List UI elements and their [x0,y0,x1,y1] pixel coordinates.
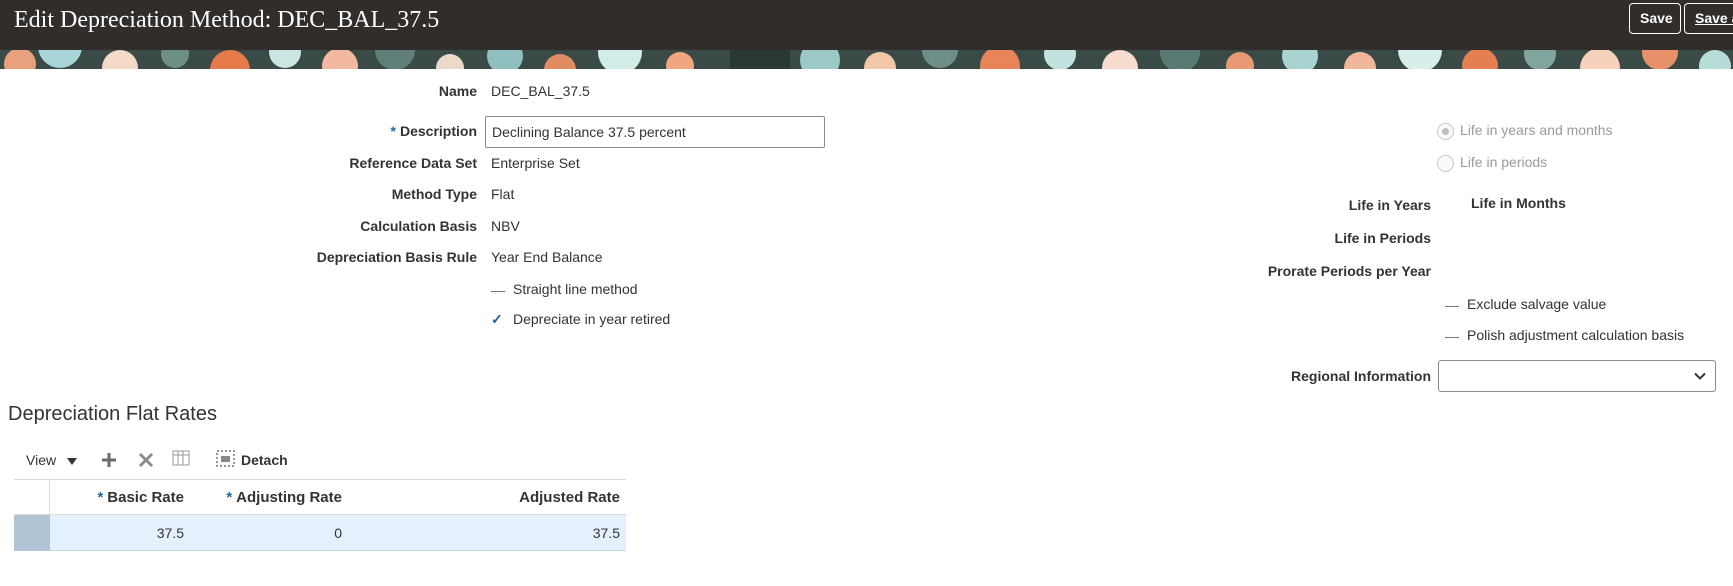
unchecked-indicator [1445,336,1459,338]
view-menu[interactable]: View [26,452,78,468]
column-header-adjusting-rate-label: Adjusting Rate [236,489,342,506]
polish-adjustment-label: Polish adjustment calculation basis [1467,327,1685,343]
method-type-value: Flat [491,186,515,202]
polish-adjustment-checkbox[interactable]: Polish adjustment calculation basis [1445,327,1684,343]
delete-icon[interactable] [137,451,155,469]
radio-life-years-months[interactable]: Life in years and months [1437,122,1613,140]
exclude-salvage-label: Exclude salvage value [1467,296,1607,312]
calculation-basis-label: Calculation Basis [360,218,477,234]
exclude-salvage-checkbox[interactable]: Exclude salvage value [1445,296,1606,312]
page-title: Edit Depreciation Method: DEC_BAL_37.5 [14,7,440,33]
radio-life-periods[interactable]: Life in periods [1437,154,1547,172]
life-in-years-label: Life in Years [1348,197,1431,213]
page-header: Edit Depreciation Method: DEC_BAL_37.5 S… [0,0,1733,50]
adjusted-rate-cell: 37.5 [592,525,620,541]
column-header-adjusted-rate[interactable]: Adjusted Rate [519,489,620,506]
save-button[interactable]: Save [1629,3,1681,34]
row-selector[interactable] [14,515,50,551]
detach-button[interactable]: Detach [241,452,288,468]
depreciation-basis-rule-label: Depreciation Basis Rule [316,249,477,265]
adjusting-rate-cell: 0 [334,525,342,541]
calculation-basis-value: NBV [491,218,520,234]
add-icon[interactable] [100,451,118,469]
required-indicator: * [226,489,233,506]
caret-down-icon [66,458,77,466]
column-header-adjusting-rate[interactable]: * Adjusting Rate [226,489,342,506]
radio-life-periods-label: Life in periods [1460,154,1548,170]
required-indicator: * [390,123,396,139]
detach-icon[interactable] [216,450,236,468]
column-header-basic-rate[interactable]: * Basic Rate [97,489,184,506]
table-row[interactable]: 37.5 0 37.5 [14,515,626,551]
table-header: * Basic Rate * Adjusting Rate Adjusted Rat… [14,479,626,515]
view-menu-label: View [26,452,57,468]
radio-unselected-icon [1437,154,1454,172]
straight-line-label: Straight line method [513,281,638,297]
save-and-close-button[interactable]: Save and Close [1684,3,1733,34]
reference-data-set-value: Enterprise Set [491,155,580,171]
decorative-banner [0,50,1733,69]
chevron-down-icon [1694,372,1706,380]
section-title: Depreciation Flat Rates [8,403,217,425]
basic-rate-cell: 37.5 [156,525,184,541]
depreciate-in-year-retired-checkbox[interactable]: ✓ Depreciate in year retired [491,311,670,328]
depreciate-in-year-retired-label: Depreciate in year retired [513,311,671,327]
unchecked-indicator [1445,305,1459,307]
radio-life-years-months-label: Life in years and months [1460,122,1613,138]
depreciation-basis-rule-value: Year End Balance [491,249,603,265]
radio-selected-icon [1437,122,1454,140]
required-indicator: * [97,489,104,506]
freeze-columns-icon[interactable] [172,450,192,468]
column-header-basic-rate-label: Basic Rate [107,489,184,506]
life-in-months-label: Life in Months [1471,195,1566,211]
description-label-wrapper: * Description [391,123,477,139]
regional-info-label: Regional Information [1291,368,1431,384]
unchecked-indicator [491,290,505,292]
method-type-label: Method Type [391,186,477,202]
regional-info-select[interactable] [1438,360,1716,392]
name-label: Name [438,83,477,99]
check-icon: ✓ [491,311,503,327]
life-in-periods-label: Life in Periods [1334,230,1431,246]
straight-line-checkbox[interactable]: Straight line method [491,281,638,297]
reference-data-set-label: Reference Data Set [349,155,477,171]
row-selector-header [14,480,50,515]
description-input[interactable] [485,116,825,148]
description-label: Description [399,123,477,139]
name-value: DEC_BAL_37.5 [491,83,590,99]
prorate-periods-label: Prorate Periods per Year [1267,263,1431,279]
